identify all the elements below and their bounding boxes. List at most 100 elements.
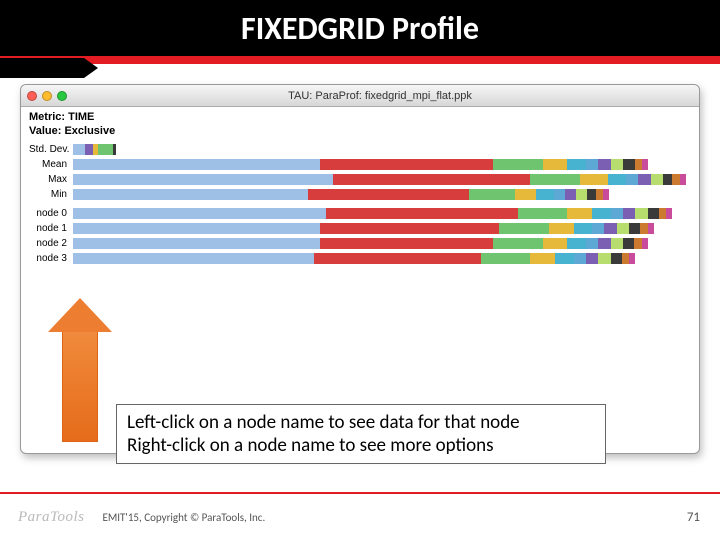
bar-segment[interactable] xyxy=(617,223,629,234)
bar-segment[interactable] xyxy=(565,189,576,200)
bar-segment[interactable] xyxy=(680,174,686,185)
bar-segment[interactable] xyxy=(574,223,593,234)
bar-segment[interactable] xyxy=(651,174,663,185)
bar-segment[interactable] xyxy=(622,253,629,264)
bar-segment[interactable] xyxy=(659,208,666,219)
bar-segment[interactable] xyxy=(73,144,85,155)
bar-segment[interactable] xyxy=(543,159,568,170)
bar-segment[interactable] xyxy=(648,208,659,219)
chart-row[interactable]: node 1 xyxy=(29,222,691,236)
bar-segment[interactable] xyxy=(623,238,634,249)
bar-segment[interactable] xyxy=(530,174,579,185)
bar-segment[interactable] xyxy=(73,189,308,200)
bar-track[interactable] xyxy=(73,208,691,219)
row-label[interactable]: node 3 xyxy=(29,253,73,264)
row-label[interactable]: Min xyxy=(29,189,73,200)
bar-segment[interactable] xyxy=(638,174,650,185)
bar-segment[interactable] xyxy=(543,238,568,249)
bar-segment[interactable] xyxy=(320,238,493,249)
bar-segment[interactable] xyxy=(113,144,116,155)
bar-segment[interactable] xyxy=(586,159,598,170)
chart-row[interactable]: node 0 xyxy=(29,207,691,221)
bar-segment[interactable] xyxy=(73,208,326,219)
bar-segment[interactable] xyxy=(555,253,574,264)
chart-row[interactable]: Min xyxy=(29,188,691,202)
bar-segment[interactable] xyxy=(308,189,469,200)
bar-segment[interactable] xyxy=(320,159,493,170)
row-label[interactable]: Std. Dev. xyxy=(29,144,73,155)
bar-segment[interactable] xyxy=(611,159,623,170)
bar-segment[interactable] xyxy=(634,238,641,249)
bar-segment[interactable] xyxy=(515,189,537,200)
row-label[interactable]: Mean xyxy=(29,159,73,170)
bar-segment[interactable] xyxy=(326,208,518,219)
bar-segment[interactable] xyxy=(580,174,608,185)
bar-segment[interactable] xyxy=(493,159,542,170)
bar-segment[interactable] xyxy=(603,189,609,200)
bar-segment[interactable] xyxy=(672,174,679,185)
chart-row[interactable]: Mean xyxy=(29,158,691,172)
bar-segment[interactable] xyxy=(663,174,672,185)
bar-segment[interactable] xyxy=(469,189,515,200)
chart-row[interactable]: node 3 xyxy=(29,252,691,266)
bar-segment[interactable] xyxy=(598,159,610,170)
zoom-icon[interactable] xyxy=(57,91,67,101)
minimize-icon[interactable] xyxy=(42,91,52,101)
bar-segment[interactable] xyxy=(598,238,610,249)
bar-segment[interactable] xyxy=(626,174,638,185)
bar-segment[interactable] xyxy=(536,189,553,200)
bar-segment[interactable] xyxy=(320,223,499,234)
bar-track[interactable] xyxy=(73,253,691,264)
bar-segment[interactable] xyxy=(554,189,565,200)
bar-segment[interactable] xyxy=(623,159,635,170)
row-label[interactable]: node 0 xyxy=(29,208,73,219)
bar-segment[interactable] xyxy=(314,253,481,264)
bar-segment[interactable] xyxy=(629,223,640,234)
bar-segment[interactable] xyxy=(640,223,647,234)
bar-segment[interactable] xyxy=(642,238,648,249)
bar-segment[interactable] xyxy=(493,238,542,249)
row-label[interactable]: Max xyxy=(29,174,73,185)
bar-segment[interactable] xyxy=(648,223,654,234)
bar-segment[interactable] xyxy=(73,238,320,249)
profile-chart[interactable]: Std. Dev. Mean Max Min node 0 node 1 node 2 nod… xyxy=(21,141,699,275)
bar-segment[interactable] xyxy=(481,253,530,264)
bar-segment[interactable] xyxy=(586,253,598,264)
bar-segment[interactable] xyxy=(586,238,598,249)
bar-segment[interactable] xyxy=(592,208,611,219)
row-label[interactable]: node 1 xyxy=(29,223,73,234)
bar-segment[interactable] xyxy=(598,253,610,264)
bar-segment[interactable] xyxy=(98,144,113,155)
row-label[interactable]: node 2 xyxy=(29,238,73,249)
bar-segment[interactable] xyxy=(73,223,320,234)
bar-track[interactable] xyxy=(73,223,691,234)
bar-segment[interactable] xyxy=(642,159,648,170)
bar-segment[interactable] xyxy=(73,253,314,264)
bar-segment[interactable] xyxy=(530,253,555,264)
bar-track[interactable] xyxy=(73,174,691,185)
bar-segment[interactable] xyxy=(592,223,604,234)
bar-track[interactable] xyxy=(73,238,691,249)
chart-row[interactable]: Max xyxy=(29,173,691,187)
bar-segment[interactable] xyxy=(518,208,567,219)
bar-segment[interactable] xyxy=(576,189,587,200)
bar-segment[interactable] xyxy=(549,223,574,234)
bar-segment[interactable] xyxy=(666,208,672,219)
bar-track[interactable] xyxy=(73,144,691,155)
bar-segment[interactable] xyxy=(73,174,333,185)
bar-segment[interactable] xyxy=(604,223,616,234)
traffic-lights[interactable] xyxy=(27,91,67,101)
bar-segment[interactable] xyxy=(85,144,92,155)
bar-track[interactable] xyxy=(73,159,691,170)
chart-row[interactable]: node 2 xyxy=(29,237,691,251)
bar-segment[interactable] xyxy=(635,208,647,219)
bar-segment[interactable] xyxy=(567,238,586,249)
close-icon[interactable] xyxy=(27,91,37,101)
bar-segment[interactable] xyxy=(611,208,623,219)
chart-row[interactable]: Std. Dev. xyxy=(29,143,691,157)
bar-segment[interactable] xyxy=(623,208,635,219)
bar-segment[interactable] xyxy=(587,189,596,200)
bar-segment[interactable] xyxy=(574,253,586,264)
bar-track[interactable] xyxy=(73,189,691,200)
bar-segment[interactable] xyxy=(567,159,586,170)
